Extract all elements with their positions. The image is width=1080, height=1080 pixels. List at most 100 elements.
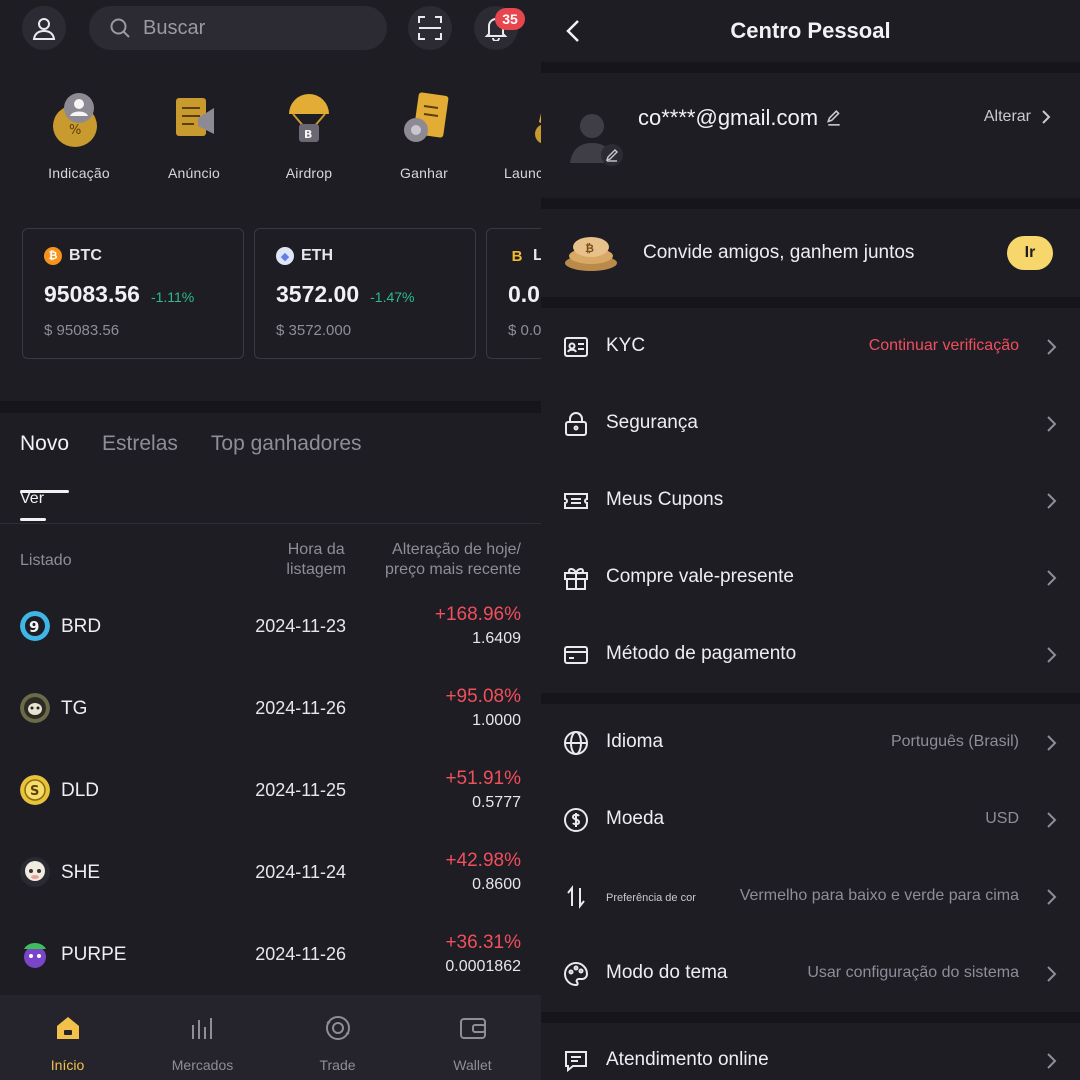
btc-coin-icon: ₿	[44, 247, 62, 265]
launchpad-icon	[535, 113, 541, 144]
shortcut-label: Anúncio	[168, 165, 220, 181]
table-row[interactable]: 9 BRD 2024-11-23 +168.96% 1.6409	[20, 585, 521, 667]
header-change: Alteração de hoje/ preço mais recente	[385, 540, 521, 580]
lock-icon	[565, 412, 587, 436]
section-divider	[0, 401, 541, 413]
megaphone-icon	[176, 98, 214, 136]
shortcut-airdrop[interactable]: B Airdrop	[254, 88, 364, 181]
shortcut-label: Indicação	[48, 165, 110, 181]
menu-label: Preferência de cor	[606, 892, 696, 904]
menu-value: Continuar verificação	[868, 337, 1019, 354]
latest-price: 1.6409	[472, 630, 521, 647]
ticker-symbol: ETH	[301, 247, 333, 264]
wallet-icon	[459, 1018, 486, 1039]
section-divider	[541, 693, 1080, 704]
menu-item-language[interactable]: Idioma Português (Brasil)	[541, 704, 1080, 781]
market-tabs: Novo Estrelas Top ganhadores	[20, 432, 395, 493]
shortcut-referral[interactable]: % Indicação	[24, 88, 134, 181]
ticker-card-btc[interactable]: ₿ BTC 95083.56 -1.11% $ 95083.56	[22, 228, 244, 359]
header-line: listagem	[286, 561, 346, 578]
palette-icon	[564, 961, 589, 987]
menu-value: Usar configuração do sistema	[807, 964, 1019, 981]
shortcut-announcement[interactable]: Anúncio	[139, 88, 249, 181]
menu-item-kyc[interactable]: KYC Continuar verificação	[541, 308, 1080, 385]
menu-item-theme-mode[interactable]: Modo do tema Usar configuração do sistem…	[541, 935, 1080, 1012]
header-line: Hora da	[287, 541, 345, 558]
table-row[interactable]: S DLD 2024-11-25 +51.91% 0.5777	[20, 749, 521, 831]
profile-button[interactable]	[22, 6, 66, 50]
markets-icon	[191, 1018, 212, 1039]
change-account-button[interactable]: Alterar	[984, 108, 1051, 126]
nav-wallet[interactable]: Wallet	[405, 995, 540, 1080]
menu-item-currency[interactable]: Moeda USD	[541, 781, 1080, 858]
ticker-card-eth[interactable]: ◆ ETH 3572.00 -1.47% $ 3572.000	[254, 228, 476, 359]
ticker-symbol: BTC	[69, 247, 102, 264]
account-email[interactable]: co****@gmail.com	[638, 105, 842, 131]
menu-item-gift-card[interactable]: Compre vale-presente	[541, 539, 1080, 616]
latest-price: 1.0000	[472, 712, 521, 729]
menu-item-security[interactable]: Segurança	[541, 385, 1080, 462]
nav-label: Início	[50, 1057, 85, 1073]
notification-badge: 35	[495, 8, 525, 30]
ticker-price: 0.0	[508, 281, 540, 307]
purpe-coin-icon	[20, 939, 50, 969]
search-input[interactable]: Buscar	[89, 6, 387, 50]
scan-button[interactable]	[408, 6, 452, 50]
section-divider	[541, 198, 1080, 209]
menu-item-online-support[interactable]: Atendimento online	[541, 1022, 1080, 1080]
coin-name: TG	[61, 698, 88, 719]
menu-value: Vermelho para baixo e verde para cima	[739, 887, 1019, 904]
tab-new[interactable]: Novo	[20, 432, 70, 493]
invite-go-button[interactable]: Ir	[1007, 236, 1053, 270]
coin-name: PURPE	[61, 944, 127, 965]
menu-label: Segurança	[606, 412, 698, 433]
table-row[interactable]: PURPE 2024-11-26 +36.31% 0.0001862	[20, 913, 521, 995]
nav-label: Trade	[319, 1057, 356, 1073]
menu-item-color-preference[interactable]: Preferência de cor Vermelho para baixo e…	[541, 858, 1080, 935]
menu-label: KYC	[606, 335, 646, 356]
chevron-right-icon	[1047, 966, 1057, 982]
nav-markets[interactable]: Mercados	[135, 995, 270, 1080]
invite-banner[interactable]: ₿ Convide amigos, ganhem juntos Ir	[541, 209, 1080, 297]
change-percent: +36.31%	[445, 932, 521, 953]
menu-item-coupons[interactable]: Meus Cupons	[541, 462, 1080, 539]
listing-date: 2024-11-24	[255, 862, 346, 882]
shortcut-earn[interactable]: Ganhar	[369, 88, 479, 181]
tab-stars[interactable]: Estrelas	[102, 432, 178, 476]
subtab-view[interactable]: Ver	[20, 490, 47, 521]
shortcut-label: Airdrop	[285, 165, 333, 181]
shortcut-launchpad[interactable]: Launc	[484, 88, 541, 181]
svg-text:S: S	[30, 784, 39, 799]
referral-icon: %	[53, 93, 97, 147]
email-text: co****@gmail.com	[638, 105, 819, 130]
profile-section: co****@gmail.com Alterar	[541, 73, 1080, 199]
coin-name: BRD	[61, 616, 102, 637]
ticker-usd: $ 0.0	[508, 322, 541, 339]
search-icon	[110, 18, 130, 38]
chevron-right-icon	[1047, 493, 1057, 509]
nav-label: Mercados	[171, 1057, 234, 1073]
menu-label: Método de pagamento	[606, 643, 797, 664]
search-placeholder: Buscar	[143, 16, 206, 39]
table-row[interactable]: SHE 2024-11-24 +42.98% 0.8600	[20, 831, 521, 913]
tab-top-gainers[interactable]: Top ganhadores	[211, 432, 362, 476]
change-percent: +51.91%	[445, 768, 521, 789]
coin-icon: B	[511, 247, 523, 265]
header-line: preço mais recente	[384, 561, 521, 578]
divider	[0, 523, 541, 524]
nav-trade[interactable]: Trade	[270, 995, 405, 1080]
chevron-right-icon	[1047, 812, 1057, 828]
menu-item-payment-method[interactable]: Método de pagamento	[541, 616, 1080, 693]
nav-home[interactable]: Início	[0, 995, 135, 1080]
edit-avatar-button[interactable]	[601, 144, 623, 166]
ticker-card-partial[interactable]: BL 0.0 $ 0.0	[486, 228, 541, 359]
id-card-icon	[564, 337, 588, 357]
header-listing-time: Hora da listagem	[286, 540, 346, 580]
earn-icon	[404, 92, 449, 142]
home-icon	[56, 1017, 79, 1039]
table-row[interactable]: TG 2024-11-26 +95.08% 1.0000	[20, 667, 521, 749]
latest-price: 0.0001862	[445, 958, 521, 975]
ticker-usd: $ 3572.000	[276, 322, 352, 339]
she-coin-icon	[20, 857, 50, 887]
airdrop-icon: B	[289, 94, 329, 142]
